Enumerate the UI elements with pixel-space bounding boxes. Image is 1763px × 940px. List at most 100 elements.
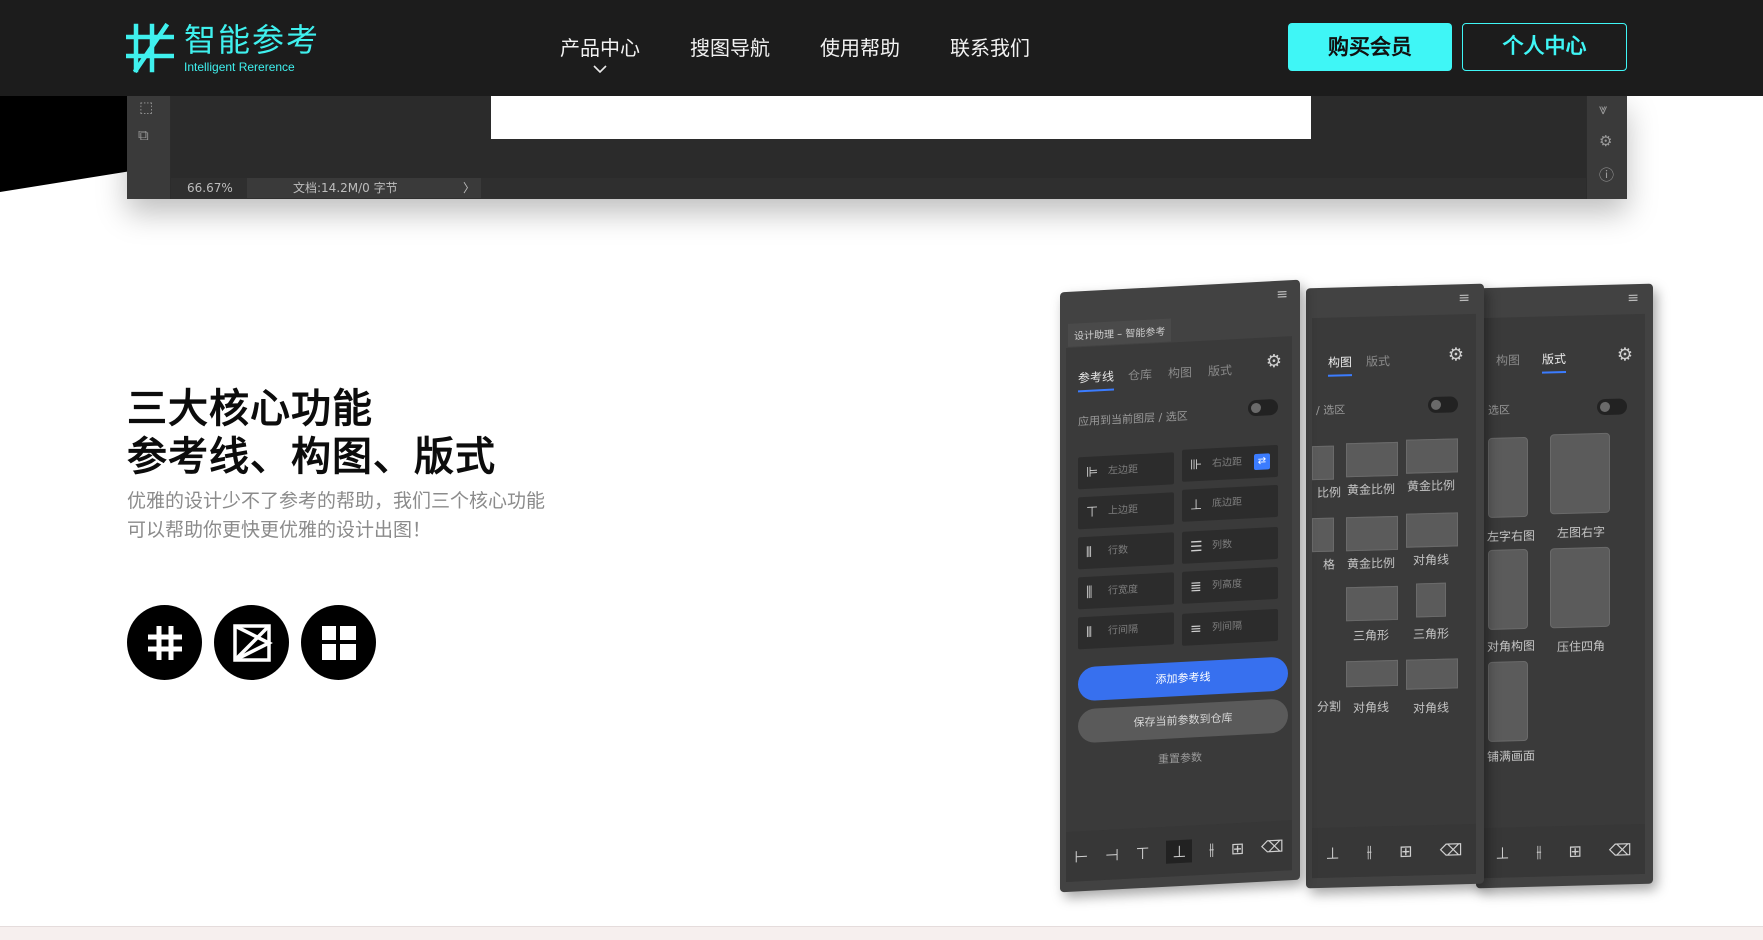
thumb-triangle-2[interactable]: [1416, 582, 1446, 618]
brand-name-cn: 智能参考: [184, 20, 321, 59]
nav-item-help[interactable]: 使用帮助: [820, 0, 900, 96]
eraser-icon[interactable]: ⌫: [1261, 836, 1284, 856]
row-width-icon: ⫼: [1086, 584, 1093, 601]
save-params-button[interactable]: 保存当前参数到仓库: [1078, 698, 1288, 744]
guideline-feature-button[interactable]: [127, 605, 202, 680]
row-count-field[interactable]: ⫴ 行数: [1078, 532, 1174, 570]
thumb-golden-ratio[interactable]: [1346, 441, 1398, 478]
document-info[interactable]: 文档:14.2M/0 字节 〉: [247, 178, 481, 198]
gear-icon[interactable]: ⚙: [1448, 344, 1464, 365]
panel-composition: ≡ 构图 版式 ⚙ / 选区 比例 黄金比例 黄金比例 格 黄金比例 对角线 三…: [1306, 283, 1484, 889]
thumb-diagonal-3[interactable]: [1406, 658, 1458, 690]
row-width-field[interactable]: ⫼ 行宽度: [1078, 572, 1174, 610]
panel-bottom-toolbar: ⊢ ⊣ ⊤ ⊥ ⫲ ⊞ ⌫: [1066, 820, 1292, 882]
next-section-edge: [0, 926, 1763, 940]
brand-logo[interactable]: 智能参考 Intelligent Rererence: [126, 22, 320, 74]
nav-item-contact[interactable]: 联系我们: [950, 0, 1030, 96]
top-margin-field[interactable]: ⊤ 上边距: [1078, 492, 1174, 530]
tab-layout[interactable]: 版式: [1366, 352, 1390, 370]
document-page: [491, 96, 1311, 139]
panel-guidelines: ≡ 设计助理 – 智能参考 参考线 仓库 构图 版式 ⚙ 应用到当前图层 / 选…: [1060, 279, 1300, 893]
thumb-golden-grid[interactable]: [1346, 515, 1398, 552]
layout-icon: [321, 625, 356, 660]
tab-repository[interactable]: 仓库: [1128, 365, 1152, 383]
swap-icon[interactable]: ⇄: [1254, 453, 1270, 471]
main-nav: 产品中心 搜图导航 使用帮助 联系我们: [560, 0, 1080, 96]
distribute-icon[interactable]: ⊞: [1399, 841, 1412, 860]
bottom-margin-field[interactable]: ⊥ 底边距: [1182, 484, 1278, 522]
eraser-icon[interactable]: ⌫: [1609, 840, 1632, 860]
panel-bottom-toolbar: ⊥ ⫲ ⊞ ⌫: [1312, 823, 1476, 879]
thumb-diagonal[interactable]: [1488, 548, 1528, 631]
app-toolbar: ⬚ ⧉: [127, 96, 171, 199]
align-bottom-icon[interactable]: ⊥: [1495, 843, 1509, 862]
tab-layout[interactable]: 版式: [1208, 361, 1232, 379]
align-left-icon[interactable]: ⊢: [1074, 846, 1088, 866]
nav-item-products[interactable]: 产品中心: [560, 0, 640, 96]
gear-icon[interactable]: ⚙: [1617, 344, 1633, 365]
menu-icon[interactable]: ≡: [1458, 290, 1470, 306]
chevron-down-icon: [593, 65, 607, 74]
grid-hash-icon: [147, 625, 182, 660]
composition-icon: [232, 623, 273, 662]
tab-composition[interactable]: 构图: [1496, 351, 1520, 369]
column-count-field[interactable]: ☰ 列数: [1182, 526, 1278, 564]
menu-icon[interactable]: ≡: [1627, 290, 1639, 306]
nav-item-image-search[interactable]: 搜图导航: [690, 0, 770, 96]
marquee-tool-icon: ⬚: [139, 98, 154, 116]
tab-composition[interactable]: 构图: [1168, 363, 1192, 381]
thumb-diagonal-split[interactable]: [1346, 659, 1398, 688]
rows-icon: ⫴: [1086, 544, 1092, 561]
gear-icon: ⚙: [1599, 132, 1613, 150]
reset-params-link[interactable]: 重置参数: [1060, 744, 1300, 773]
tab-composition[interactable]: 构图: [1328, 353, 1352, 371]
top-margin-icon: ⊤: [1086, 504, 1099, 521]
distribute-icon[interactable]: ⊞: [1231, 838, 1244, 858]
zoom-level: 66.67%: [187, 181, 233, 195]
left-margin-field[interactable]: ⊫ 左边距: [1078, 452, 1174, 490]
brush-icon: ⩔: [1599, 100, 1608, 118]
gear-icon[interactable]: ⚙: [1266, 351, 1282, 373]
columns-icon: ☰: [1190, 538, 1203, 556]
row-gap-field[interactable]: ⦀ 行间隔: [1078, 612, 1174, 650]
menu-icon[interactable]: ≡: [1276, 286, 1288, 303]
align-right-icon[interactable]: ⊣: [1105, 845, 1119, 865]
app-screenshot: ⬚ ⧉ ⩔ ⚙ ⓘ 66.67% 文档:14.2M/0 字节 〉: [127, 96, 1627, 199]
app-canvas: [171, 96, 1603, 178]
feature-description: 优雅的设计少不了参考的帮助，我们三个核心功能 可以帮助你更快更优雅的设计出图！: [127, 490, 546, 541]
tab-guidelines[interactable]: 参考线: [1078, 367, 1114, 386]
thumb-golden-ratio-2[interactable]: [1406, 438, 1458, 474]
layout-feature-button[interactable]: [301, 605, 376, 680]
column-height-field[interactable]: ≣ 列高度: [1182, 566, 1278, 604]
apply-toggle[interactable]: [1428, 396, 1458, 414]
composition-feature-button[interactable]: [214, 605, 289, 680]
chevron-right-icon: 〉: [462, 181, 475, 195]
user-center-button[interactable]: 个人中心: [1462, 23, 1627, 71]
align-center-icon[interactable]: ⫲: [1209, 839, 1214, 859]
artboard-tool-icon: ⧉: [138, 126, 149, 144]
column-gap-field[interactable]: ≡ 列间隔: [1182, 608, 1278, 646]
add-guideline-button[interactable]: 添加参考线: [1078, 656, 1288, 702]
thumb-triangle[interactable]: [1346, 585, 1398, 622]
logo-mark-icon: [126, 22, 174, 74]
thumb-diagonal[interactable]: [1406, 512, 1458, 548]
thumb-press-corners[interactable]: [1550, 546, 1610, 629]
apply-toggle[interactable]: [1597, 398, 1627, 416]
align-center-icon[interactable]: ⫲: [1367, 842, 1372, 862]
tab-layout[interactable]: 版式: [1542, 350, 1566, 368]
column-gap-icon: ≡: [1190, 620, 1202, 638]
thumb-left-image-right-text[interactable]: [1550, 432, 1610, 515]
panel-bottom-toolbar: ⊥ ⫲ ⊞ ⌫: [1482, 823, 1645, 879]
apply-toggle[interactable]: [1248, 398, 1278, 417]
app-right-panel: ⩔ ⚙ ⓘ: [1586, 96, 1627, 199]
distribute-icon[interactable]: ⊞: [1569, 841, 1582, 860]
buy-membership-button[interactable]: 购买会员: [1288, 23, 1452, 71]
align-top-icon[interactable]: ⊤: [1136, 843, 1150, 863]
align-bottom-icon[interactable]: ⊥: [1166, 838, 1193, 864]
right-margin-field[interactable]: ⊪ 右边距 ⇄: [1182, 444, 1278, 482]
thumb-left-text-right-image[interactable]: [1488, 436, 1528, 519]
align-bottom-icon[interactable]: ⊥: [1326, 843, 1340, 862]
eraser-icon[interactable]: ⌫: [1440, 840, 1463, 860]
align-center-icon[interactable]: ⫲: [1536, 842, 1541, 862]
thumb-fill-canvas[interactable]: [1488, 660, 1528, 743]
